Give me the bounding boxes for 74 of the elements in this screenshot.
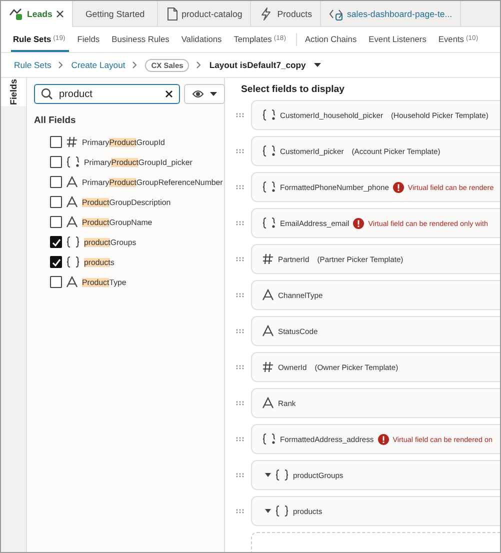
search-field[interactable]: product bbox=[34, 84, 180, 104]
nav-tab[interactable]: Event Listeners bbox=[366, 27, 430, 52]
chevron-icon bbox=[58, 61, 64, 69]
panel-heading: Select fields to display bbox=[241, 84, 346, 95]
layout-dropdown[interactable]: Layout isDefault7_copy bbox=[209, 60, 321, 70]
drag-handle-icon bbox=[236, 292, 244, 298]
drag-handle-icon bbox=[236, 508, 244, 514]
search-input[interactable]: product bbox=[59, 88, 159, 100]
checkbox[interactable] bbox=[50, 216, 62, 228]
error-icon bbox=[353, 218, 364, 228]
checkbox[interactable] bbox=[50, 256, 62, 268]
breadcrumb-link[interactable]: Create Layout bbox=[71, 60, 126, 70]
drag-handle-icon bbox=[236, 148, 244, 154]
drag-handle-icon bbox=[236, 256, 244, 262]
letter-icon bbox=[262, 397, 274, 409]
checkbox[interactable] bbox=[50, 176, 62, 188]
drag-handle-icon bbox=[236, 400, 244, 406]
hash-icon bbox=[262, 361, 274, 373]
caret-icon bbox=[314, 63, 321, 67]
drag-handle-icon bbox=[236, 184, 244, 190]
drag-handle-icon bbox=[236, 220, 244, 226]
error-icon bbox=[378, 434, 389, 444]
checkbox[interactable] bbox=[50, 196, 62, 208]
braces-icon bbox=[275, 469, 289, 481]
braces-icon bbox=[275, 505, 289, 517]
view-menu-button[interactable] bbox=[184, 84, 225, 104]
braces-icon bbox=[262, 217, 276, 229]
letter-icon bbox=[262, 325, 274, 337]
document-tab[interactable]: Products bbox=[251, 1, 321, 26]
document-tab[interactable]: sales-dashboard-page-te... bbox=[320, 1, 462, 26]
drag-handle-icon bbox=[236, 436, 244, 442]
breadcrumb-link[interactable]: Rule Sets bbox=[14, 60, 52, 70]
braces-icon bbox=[66, 236, 80, 248]
chart-icon bbox=[9, 7, 23, 21]
drag-handle-icon bbox=[236, 472, 244, 478]
letter-icon bbox=[262, 289, 274, 301]
document-tab[interactable]: Getting Started bbox=[73, 1, 158, 26]
chevron-icon bbox=[132, 61, 138, 69]
close-icon[interactable] bbox=[56, 10, 64, 18]
checkbox[interactable] bbox=[50, 276, 62, 288]
document-icon bbox=[166, 6, 178, 20]
search-icon bbox=[41, 88, 53, 100]
braces-icon bbox=[262, 145, 276, 157]
letter-icon bbox=[66, 276, 78, 288]
drag-handle-icon bbox=[236, 364, 244, 370]
checkbox[interactable] bbox=[50, 136, 62, 148]
hash-icon bbox=[262, 253, 274, 265]
eye-icon bbox=[192, 88, 204, 100]
nav-tab[interactable]: Fields bbox=[75, 27, 104, 52]
bolt-icon bbox=[259, 6, 274, 20]
side-tab[interactable]: Fields bbox=[1, 78, 26, 106]
clear-icon bbox=[165, 90, 173, 98]
caret-icon bbox=[210, 92, 217, 96]
letter-icon bbox=[66, 196, 78, 208]
braces-icon bbox=[66, 156, 80, 168]
nav-tab[interactable]: Validations bbox=[179, 27, 226, 52]
document-tab[interactable]: Leads bbox=[1, 1, 74, 27]
nav-tab[interactable]: Action Chains bbox=[302, 27, 361, 52]
nav-tab[interactable]: Business Rules bbox=[110, 27, 174, 52]
checkbox[interactable] bbox=[50, 156, 62, 168]
braces-icon bbox=[262, 433, 276, 445]
hash-icon bbox=[66, 136, 78, 148]
drag-handle-icon bbox=[236, 328, 244, 334]
section-heading: All Fields bbox=[34, 114, 77, 125]
braces-icon bbox=[262, 109, 276, 121]
braces-icon bbox=[66, 256, 80, 268]
braces-icon bbox=[262, 181, 276, 193]
error-icon bbox=[392, 182, 404, 192]
document-tab[interactable]: product-catalog bbox=[158, 1, 252, 26]
letter-icon bbox=[66, 176, 78, 188]
letter-icon bbox=[66, 216, 78, 228]
drag-handle-icon bbox=[236, 112, 244, 118]
checkbox[interactable] bbox=[50, 236, 62, 248]
chevron-icon bbox=[196, 61, 202, 69]
